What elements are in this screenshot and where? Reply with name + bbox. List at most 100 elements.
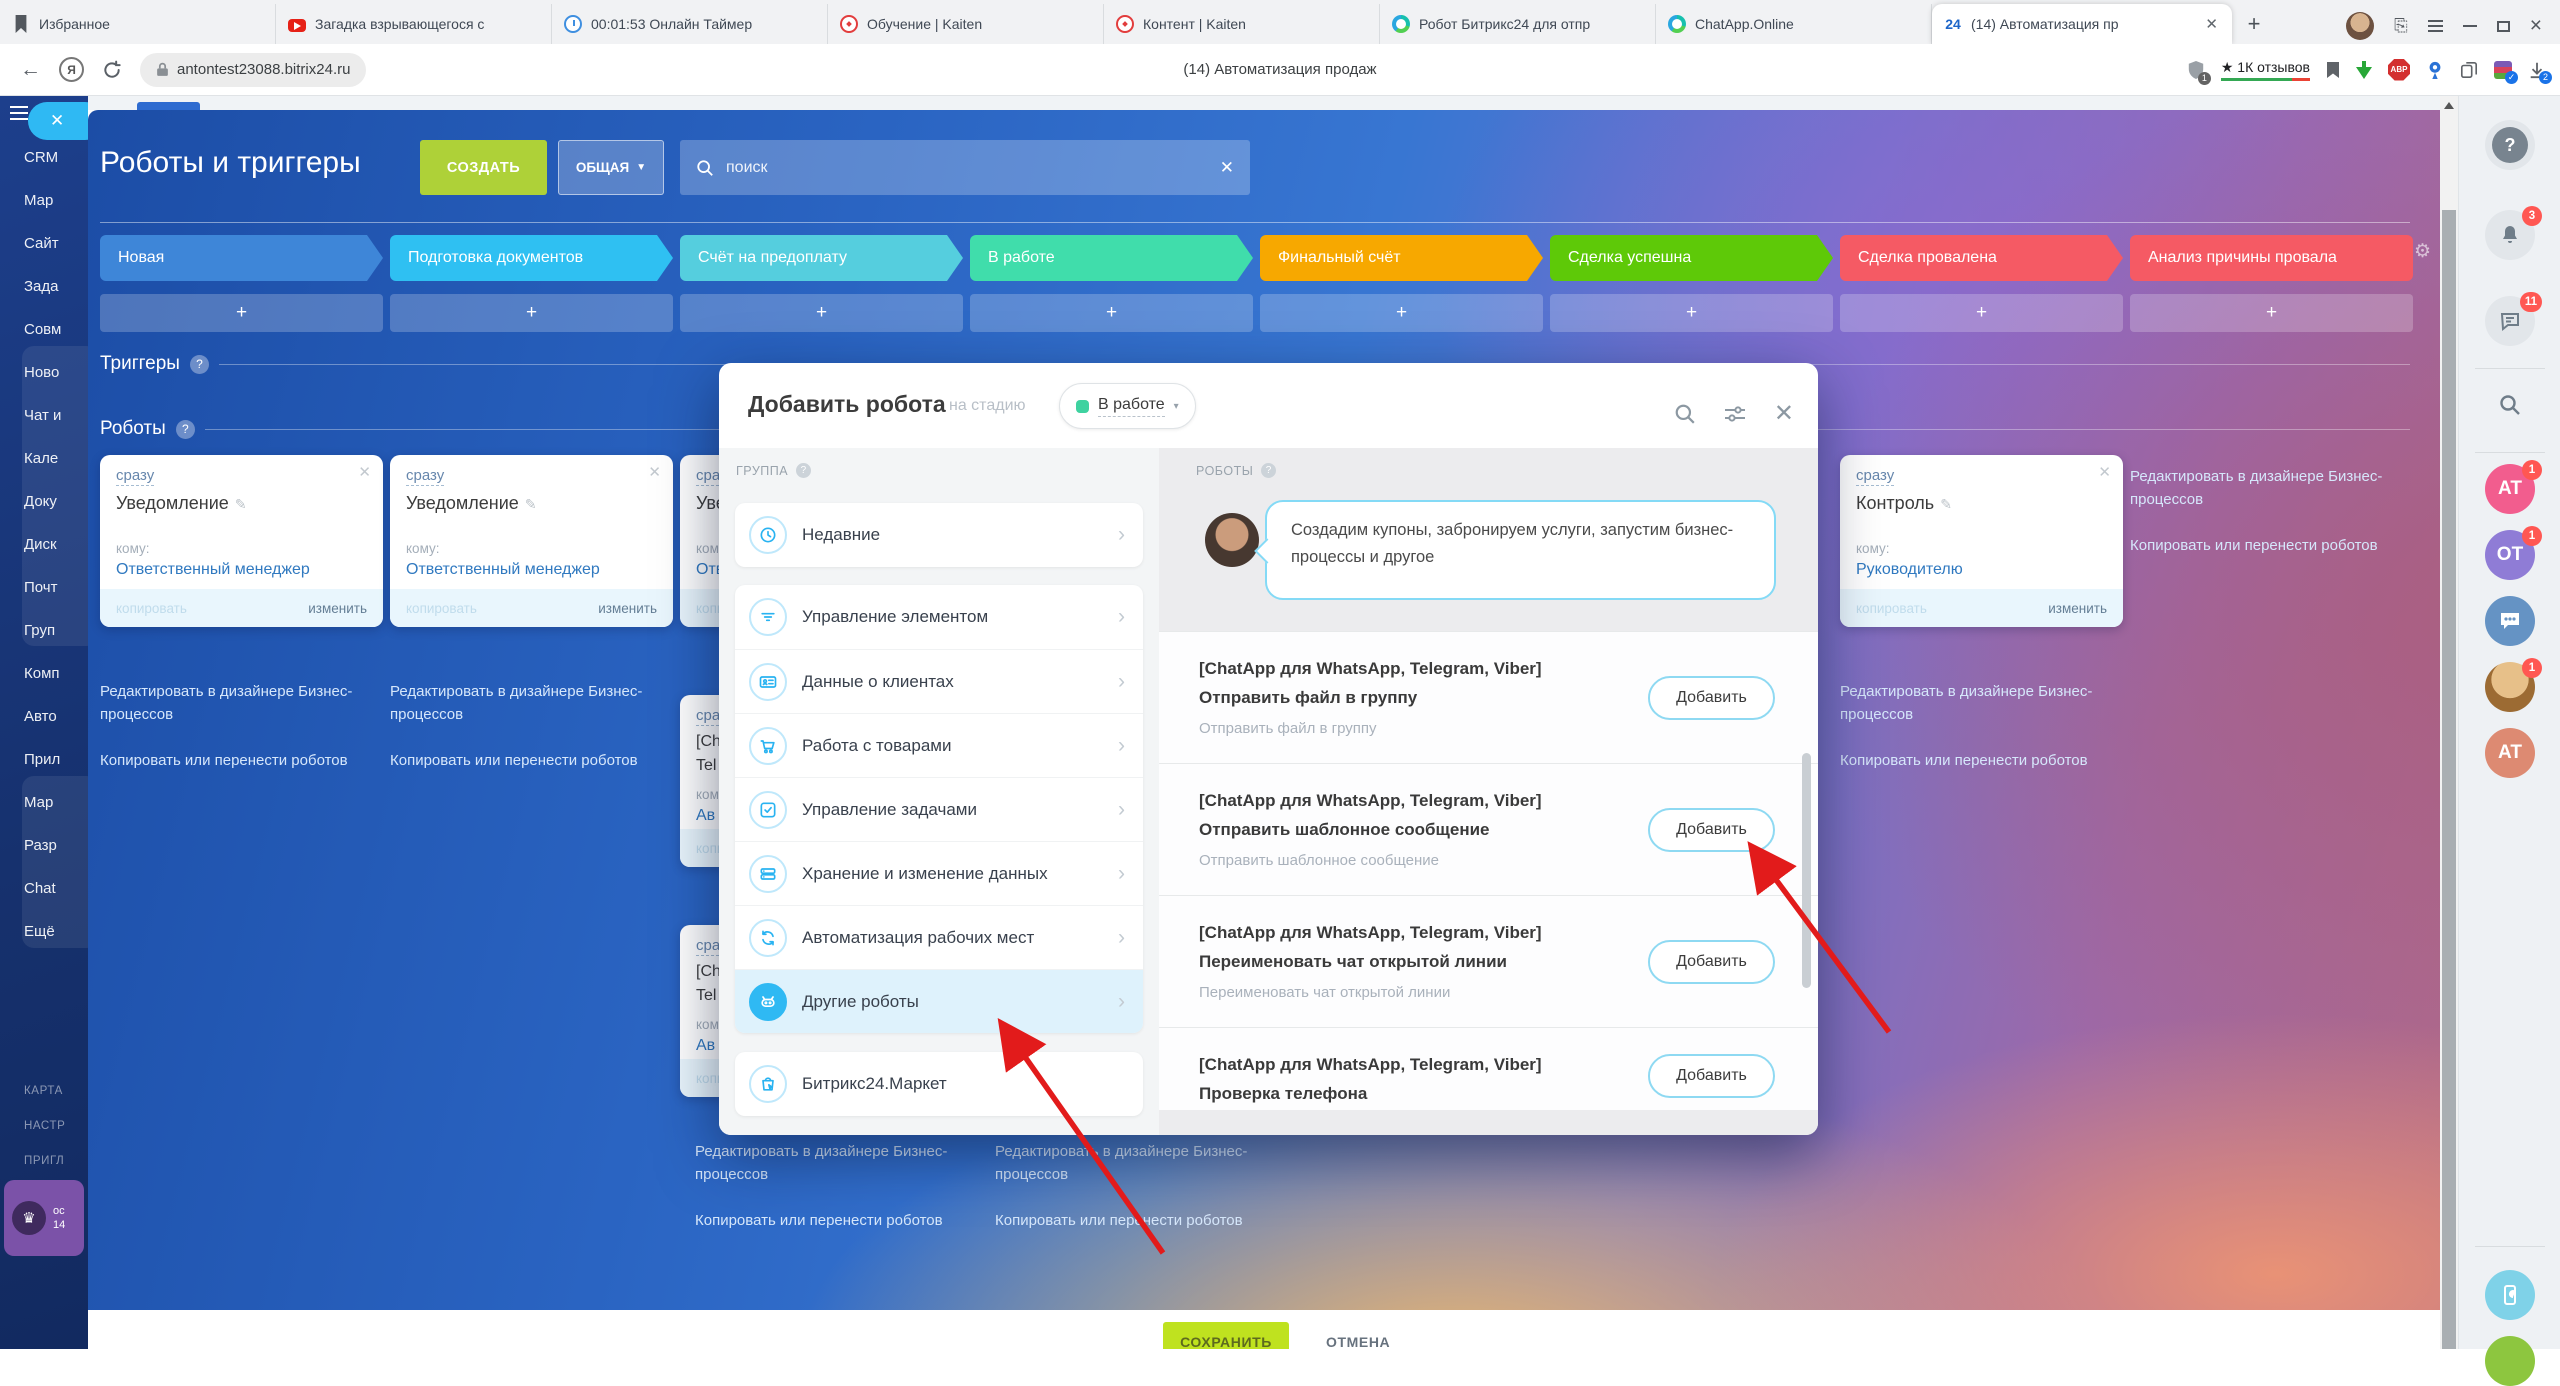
chat-contact-avatar[interactable]: 1 — [2485, 662, 2535, 712]
close-icon[interactable]: ✕ — [1774, 399, 1794, 428]
save-button[interactable]: СОХРАНИТЬ — [1163, 1322, 1289, 1349]
sidebar-item[interactable]: Груп — [0, 609, 88, 652]
bookmarks-panel-icon[interactable]: ⎘ — [2394, 16, 2408, 36]
tab-close-icon[interactable]: ✕ — [2203, 15, 2220, 33]
add-button[interactable]: Добавить — [1648, 1054, 1775, 1098]
sidebar-item[interactable]: Диск — [0, 523, 88, 566]
close-icon[interactable]: ✕ — [2098, 463, 2111, 481]
add-button[interactable]: Добавить — [1648, 676, 1775, 720]
add-robot-cell[interactable]: + — [1840, 294, 2123, 332]
copy-button[interactable]: копировать — [406, 601, 477, 616]
gear-icon[interactable]: ⚙ — [2414, 240, 2431, 263]
pin-person-icon[interactable] — [2426, 60, 2444, 80]
group-item-clients[interactable]: Данные о клиентах › — [735, 649, 1143, 713]
recipient-link[interactable]: Ав — [696, 807, 715, 825]
edit-designer-link[interactable]: Редактировать в дизайнере Бизнес-процесс… — [695, 1140, 960, 1187]
notifications-button[interactable]: 3 — [2485, 210, 2535, 260]
tariff-widget[interactable]: ♛ ос14 — [4, 1180, 84, 1256]
sidebar-item[interactable]: Мар — [0, 781, 88, 824]
copy-button[interactable]: копировать — [1856, 601, 1927, 616]
tab-robot-bitrix[interactable]: Робот Битрикс24 для отпр — [1380, 4, 1656, 44]
stage-loss-analysis[interactable]: Анализ причины провала — [2130, 235, 2413, 281]
edit-button[interactable]: изменить — [2048, 601, 2107, 616]
group-item-workplace-automation[interactable]: Автоматизация рабочих мест › — [735, 905, 1143, 969]
window-minimize-button[interactable] — [2463, 25, 2477, 27]
sidebar-item[interactable]: Совм — [0, 308, 88, 351]
search-icon[interactable] — [1674, 403, 1696, 425]
scroll-up-icon[interactable] — [2444, 102, 2454, 109]
sidebar-item[interactable]: Почт — [0, 566, 88, 609]
edit-pencil-icon[interactable]: ✎ — [235, 496, 247, 512]
edit-designer-link[interactable]: Редактировать в дизайнере Бизнес-процесс… — [2130, 465, 2395, 512]
stage-selector[interactable]: В работе ▾ — [1059, 383, 1196, 429]
copy-button[interactable]: копировать — [116, 601, 187, 616]
copy-move-link[interactable]: Копировать или перенести роботов — [1840, 749, 2105, 772]
sidebar-item[interactable]: Кале — [0, 437, 88, 480]
edit-pencil-icon[interactable]: ✎ — [1940, 496, 1952, 512]
mobile-app-button[interactable] — [2485, 1270, 2535, 1320]
sidebar-item[interactable]: Сайт — [0, 222, 88, 265]
add-robot-cell[interactable]: + — [390, 294, 673, 332]
chat-history-button[interactable]: 11 — [2485, 296, 2535, 346]
edit-pencil-icon[interactable]: ✎ — [525, 496, 537, 512]
copy-move-link[interactable]: Копировать или перенести роботов — [2130, 534, 2395, 557]
edit-designer-link[interactable]: Редактировать в дизайнере Бизнес-процесс… — [390, 680, 655, 727]
add-robot-cell[interactable]: + — [680, 294, 963, 332]
recipient-link[interactable]: Ответственный менеджер — [116, 561, 310, 579]
search-input[interactable] — [726, 159, 1220, 177]
help-icon[interactable]: ? — [190, 355, 209, 374]
robot-card[interactable]: ✕ сразу Уведомление✎ кому: Ответственный… — [100, 455, 383, 627]
create-button[interactable]: СОЗДАТЬ — [420, 140, 547, 195]
copy-move-link[interactable]: Копировать или перенести роботов — [100, 749, 365, 772]
sidebar-item[interactable]: Авто — [0, 695, 88, 738]
adblock-icon[interactable]: ABP — [2388, 59, 2410, 81]
group-item-element[interactable]: Управление элементом › — [735, 585, 1143, 649]
sidebar-menu-icon[interactable] — [10, 112, 28, 114]
page-scrollbar[interactable] — [2440, 96, 2458, 1349]
sidebar-item[interactable]: Зада — [0, 265, 88, 308]
downloads-icon[interactable]: 2 — [2528, 61, 2546, 79]
copy-pages-icon[interactable] — [2460, 61, 2478, 79]
bookmark-flag-icon[interactable] — [2326, 61, 2340, 79]
add-robot-cell[interactable]: + — [1550, 294, 1833, 332]
sidebar-item[interactable]: Ново — [0, 351, 88, 394]
chat-contact-at1[interactable]: AT1 — [2485, 464, 2535, 514]
reviews-widget[interactable]: ★ 1К отзывов — [2221, 59, 2310, 81]
help-icon[interactable]: ? — [1261, 463, 1276, 478]
group-item-tasks[interactable]: Управление задачами › — [735, 777, 1143, 841]
group-chat-button[interactable] — [2485, 596, 2535, 646]
robot-card[interactable]: ✕ сразу Уведомление✎ кому: Ответственный… — [390, 455, 673, 627]
save-page-icon[interactable] — [2356, 61, 2372, 79]
group-item-storage[interactable]: Хранение и изменение данных › — [735, 841, 1143, 905]
chat-contact-at2[interactable]: AT — [2485, 728, 2535, 778]
help-icon[interactable]: ? — [176, 420, 195, 439]
add-button-template-message[interactable]: Добавить — [1648, 808, 1775, 852]
recipient-link[interactable]: Ответственный менеджер — [406, 561, 600, 579]
edit-button[interactable]: изменить — [308, 601, 367, 616]
sidebar-item[interactable]: Chat — [0, 867, 88, 910]
copy-move-link[interactable]: Копировать или перенести роботов — [390, 749, 655, 772]
stage-final-invoice[interactable]: Финальный счёт — [1260, 235, 1543, 281]
recipient-link[interactable]: Ав — [696, 1037, 715, 1055]
modal-scrollbar[interactable] — [1802, 753, 1811, 988]
edit-designer-link[interactable]: Редактировать в дизайнере Бизнес-процесс… — [100, 680, 365, 727]
sidebar-footer-item[interactable]: КАРТА — [0, 1074, 88, 1109]
edit-designer-link[interactable]: Редактировать в дизайнере Бизнес-процесс… — [1840, 680, 2105, 727]
stage-prepay[interactable]: Счёт на предоплату — [680, 235, 963, 281]
group-item-market[interactable]: Битрикс24.Маркет — [735, 1052, 1143, 1116]
add-robot-cell[interactable]: + — [970, 294, 1253, 332]
add-robot-cell[interactable]: + — [1260, 294, 1543, 332]
sidebar-item[interactable]: Прил — [0, 738, 88, 781]
sidebar-footer-item[interactable]: ПРИГЛ — [0, 1144, 88, 1179]
stage-docs[interactable]: Подготовка документов — [390, 235, 673, 281]
sidebar-item[interactable]: Мар — [0, 179, 88, 222]
browser-profile-avatar[interactable] — [2346, 12, 2374, 40]
tab-kaiten-study[interactable]: Обучение | Kaiten — [828, 4, 1104, 44]
group-item-products[interactable]: Работа с товарами › — [735, 713, 1143, 777]
help-button[interactable]: ? — [2485, 120, 2535, 170]
edit-button[interactable]: изменить — [598, 601, 657, 616]
filter-settings-icon[interactable] — [1723, 403, 1747, 425]
rail-search-button[interactable] — [2485, 380, 2535, 430]
sidebar-footer-item[interactable]: НАСТР — [0, 1109, 88, 1144]
sidebar-item[interactable]: Ещё — [0, 910, 88, 953]
